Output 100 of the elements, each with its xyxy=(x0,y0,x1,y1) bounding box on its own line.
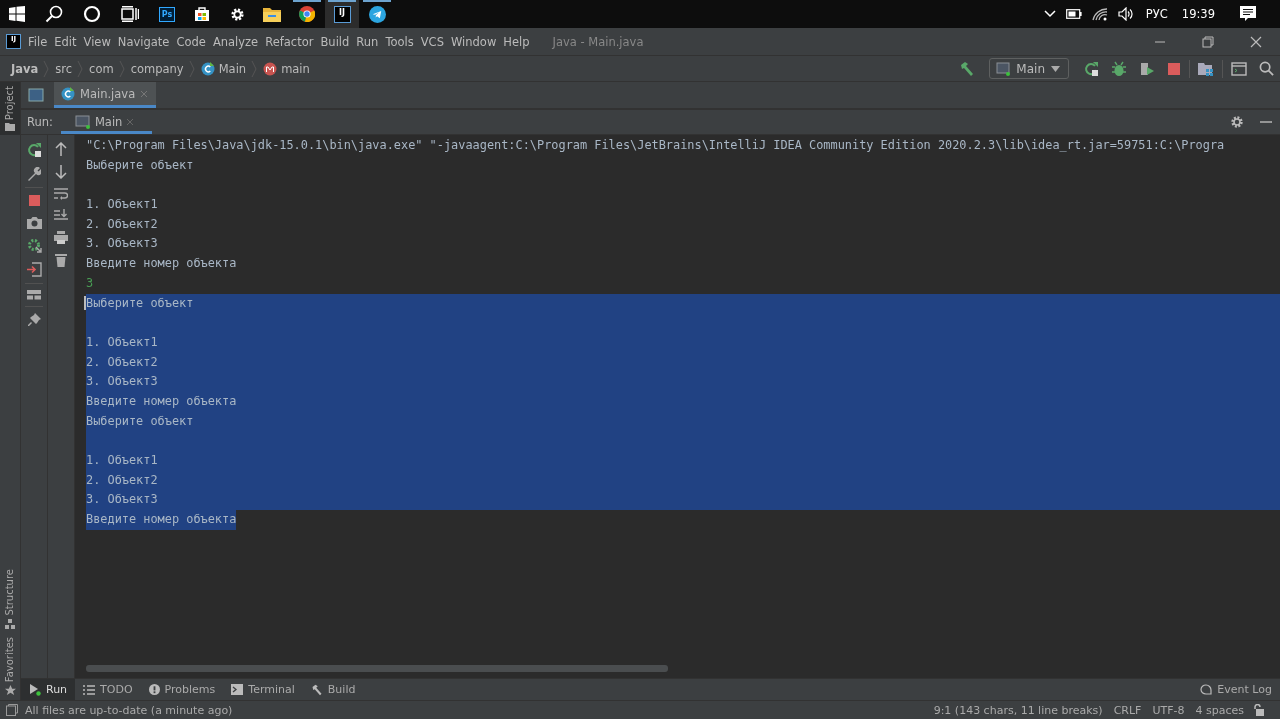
running-indicator xyxy=(363,0,391,2)
pin-icon[interactable] xyxy=(27,313,41,326)
breadcrumb[interactable]: Main xyxy=(218,61,247,76)
menu-item[interactable]: Run xyxy=(356,34,379,49)
chrome-icon xyxy=(299,6,315,22)
menu-item[interactable]: Help xyxy=(503,34,530,49)
rerun-icon[interactable] xyxy=(26,142,42,158)
camera-icon[interactable] xyxy=(26,216,42,229)
editor-tab[interactable]: Main.java xyxy=(54,82,157,108)
search-icon[interactable] xyxy=(45,5,63,23)
console-text: 3. Объект3 xyxy=(86,374,158,389)
input-language[interactable]: РУС xyxy=(1145,7,1168,21)
folder-icon xyxy=(263,6,281,22)
layout-icon[interactable] xyxy=(27,290,41,300)
wrench-icon[interactable] xyxy=(27,167,41,181)
close-icon[interactable] xyxy=(1250,35,1262,48)
running-indicator xyxy=(328,0,356,2)
console-text: 2. Объект2 xyxy=(86,216,158,231)
menu-item[interactable]: Build xyxy=(320,34,350,49)
menu-item[interactable]: View xyxy=(83,34,111,49)
status-item[interactable]: UTF-8 xyxy=(1152,703,1185,717)
menu-item[interactable]: Code xyxy=(176,34,206,49)
down-arrow-icon[interactable] xyxy=(55,165,67,179)
menu-item[interactable]: VCS xyxy=(420,34,444,49)
console-text: Выберите объект xyxy=(86,413,194,428)
chevron-icon[interactable] xyxy=(1043,10,1056,18)
status-item[interactable]: 9:1 (143 chars, 11 line breaks) xyxy=(933,703,1103,717)
tool-window-tab[interactable]: Build xyxy=(302,679,364,700)
breadcrumb[interactable]: src xyxy=(55,61,73,76)
event-log-button[interactable]: Event Log xyxy=(1192,679,1280,700)
unlocked-padlock-icon[interactable] xyxy=(1253,704,1264,716)
console-text: 2. Объект2 xyxy=(86,472,158,487)
coverage-icon[interactable] xyxy=(1139,60,1155,77)
exit-icon[interactable] xyxy=(26,262,42,277)
notification-icon[interactable] xyxy=(1240,6,1256,22)
tool-window-tab[interactable]: Run xyxy=(21,679,76,700)
application-icon xyxy=(996,61,1011,76)
hammer-icon[interactable] xyxy=(959,60,976,77)
bug-icon[interactable] xyxy=(1111,60,1127,77)
console-text: Введите номер объекта xyxy=(86,256,237,271)
shopping-bag-icon xyxy=(194,6,210,22)
warning-icon xyxy=(148,684,160,695)
console-text: 3. Объект3 xyxy=(86,236,158,251)
up-arrow-icon[interactable] xyxy=(55,142,67,156)
breadcrumb[interactable]: com xyxy=(89,61,114,76)
application-icon xyxy=(74,115,91,129)
class-icon xyxy=(200,61,215,76)
console-text: 1. Объект1 xyxy=(86,334,158,349)
breadcrumb[interactable]: company xyxy=(130,61,184,76)
menu-item[interactable]: Refactor xyxy=(265,34,314,49)
battery-icon[interactable] xyxy=(1065,9,1082,19)
speaker-icon[interactable] xyxy=(1117,7,1134,21)
stop-icon[interactable] xyxy=(1167,61,1181,76)
gear-icon xyxy=(229,6,245,22)
taskbar-app[interactable]: IJ xyxy=(325,0,359,28)
settings-icon[interactable] xyxy=(1230,115,1244,129)
status-item[interactable]: 4 spaces xyxy=(1195,703,1244,717)
restore-icon[interactable] xyxy=(1202,35,1214,48)
paper-plane-icon xyxy=(368,5,386,23)
menu-item[interactable]: Edit xyxy=(54,34,77,49)
tool-window-tab[interactable]: Problems xyxy=(140,679,224,700)
breadcrumb[interactable]: main xyxy=(281,61,310,76)
status-item[interactable]: CRLF xyxy=(1113,703,1142,717)
tool-window-button[interactable]: Structure xyxy=(3,565,17,633)
caret-icon xyxy=(1051,65,1060,72)
menu-item[interactable]: Navigate xyxy=(117,34,170,49)
menu-item[interactable]: Tools xyxy=(385,34,414,49)
project-structure-icon[interactable] xyxy=(1198,60,1214,77)
debug-gear-icon[interactable] xyxy=(26,238,42,253)
taskbar-app[interactable]: Ps xyxy=(150,0,184,28)
stop-icon[interactable] xyxy=(27,194,41,207)
trash-icon[interactable] xyxy=(55,253,67,267)
play-icon xyxy=(29,683,41,696)
intellij-icon: IJ xyxy=(333,5,351,23)
console-text: 2. Объект2 xyxy=(86,354,158,369)
scrollbar-thumb[interactable] xyxy=(86,665,668,672)
panel-toggle-icon[interactable] xyxy=(6,704,18,716)
windows-start-icon[interactable] xyxy=(9,6,25,22)
console-text: 3. Объект3 xyxy=(86,492,158,507)
soft-wrap-icon[interactable] xyxy=(54,188,68,200)
tool-window-tab[interactable]: TODO xyxy=(75,679,141,700)
clock[interactable]: 19:39 xyxy=(1181,7,1215,21)
menu-item[interactable]: Window xyxy=(450,34,497,49)
window-icon[interactable] xyxy=(1231,61,1247,76)
menu-item[interactable]: Analyze xyxy=(212,34,259,49)
console-text: Введите номер объекта xyxy=(86,512,237,527)
project-tool-button[interactable]: Project xyxy=(0,82,20,136)
photoshop-icon: Ps xyxy=(159,6,175,22)
menu-item[interactable]: File xyxy=(28,34,48,49)
wifi-icon[interactable] xyxy=(1091,7,1108,21)
text-cursor xyxy=(84,295,86,310)
tool-window-tab[interactable]: Terminal xyxy=(223,679,303,700)
circle-icon[interactable] xyxy=(83,5,101,23)
tool-window-button[interactable]: Favorites xyxy=(3,632,17,700)
rerun-icon[interactable] xyxy=(1083,60,1099,77)
task-view-icon[interactable] xyxy=(121,6,139,22)
run-configuration-dropdown[interactable]: Main xyxy=(989,58,1069,79)
print-icon[interactable] xyxy=(54,231,68,244)
breadcrumb[interactable]: Java xyxy=(11,61,39,76)
scroll-to-end-icon[interactable] xyxy=(54,209,68,222)
